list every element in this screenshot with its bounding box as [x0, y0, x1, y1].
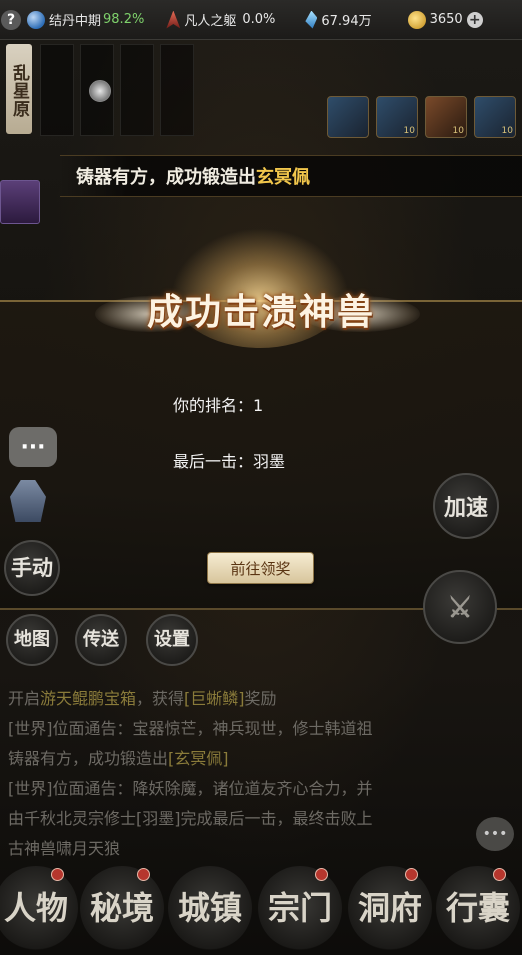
nav-label: 人物: [3, 889, 68, 927]
nav-label: 城镇: [177, 889, 242, 927]
chat-line: [世界]位面通告：宝器惊芒，神兵现世，修士韩道祖: [8, 714, 478, 744]
chat-item-link[interactable]: [巨蜥鳞]: [184, 689, 245, 708]
chat-log[interactable]: 开启游天鲲鹏宝箱，获得[巨蜥鳞]奖励 [世界]位面通告：宝器惊芒，神兵现世，修士…: [8, 684, 478, 864]
chat-bubble-icon[interactable]: •••: [476, 817, 514, 851]
help-button[interactable]: ?: [1, 9, 21, 30]
location-name[interactable]: 乱星原: [6, 44, 32, 134]
item-slot[interactable]: [327, 96, 369, 138]
map-button[interactable]: 地图: [6, 614, 58, 666]
manual-mode-button[interactable]: 手动: [4, 540, 60, 596]
nav-label: 宗门: [267, 889, 332, 927]
chat-line: 古神兽啸月天狼: [8, 834, 478, 864]
attack-sword-icon[interactable]: ⚔: [423, 570, 497, 644]
chat-item-link[interactable]: [玄冥佩]: [168, 749, 229, 768]
item-slot[interactable]: 10: [425, 96, 467, 138]
settings-button[interactable]: 设置: [146, 614, 198, 666]
last-hit-label: 最后一击：: [173, 452, 254, 471]
nav-inventory[interactable]: 行囊: [436, 866, 520, 950]
teleport-button[interactable]: 传送: [75, 614, 127, 666]
nav-sect[interactable]: 宗门: [258, 866, 342, 950]
chat-text: 古神兽啸月天狼: [8, 839, 121, 858]
speed-up-button[interactable]: 加速: [433, 473, 499, 539]
rank-value: 1: [253, 396, 264, 415]
nav-label: 秘境: [89, 889, 154, 927]
party-slot[interactable]: [40, 44, 74, 136]
party-slot[interactable]: [160, 44, 194, 136]
notification-badge: [405, 868, 418, 881]
chat-text: 由千秋北灵宗修士: [8, 809, 137, 828]
item-slot[interactable]: 10: [376, 96, 418, 138]
rank-row: 你的排名：1: [173, 392, 263, 416]
nav-town[interactable]: 城镇: [168, 866, 252, 950]
item-count: 10: [452, 126, 464, 136]
avatar[interactable]: [89, 80, 111, 102]
chat-player-link[interactable]: [羽墨]: [136, 809, 181, 828]
yinyang-icon: [27, 10, 45, 29]
broadcast-banner: 铸器有方，成功锻造出 玄冥佩: [60, 155, 522, 197]
claim-reward-button[interactable]: 前往领奖: [207, 552, 314, 584]
banner-item: 玄冥佩: [256, 167, 310, 188]
realm-stat[interactable]: 结丹中期 98.2%: [27, 10, 144, 29]
body-progress: 0.0%: [242, 12, 276, 27]
nav-character[interactable]: 人物: [0, 866, 78, 950]
nav-label: 行囊: [445, 889, 510, 927]
item-slot[interactable]: 10: [474, 96, 516, 138]
spirit-crystal-icon: [305, 10, 318, 29]
chat-line: [世界]位面通告：降妖除魔，诸位道友齐心合力，并: [8, 774, 478, 804]
nav-cave-dwelling[interactable]: 洞府: [348, 866, 432, 950]
chat-text: [世界]位面通告：宝器惊芒，神兵现世，修士韩道祖: [8, 719, 373, 738]
banner-text: 铸器有方，成功锻造出: [76, 167, 256, 188]
chat-line: 铸器有方，成功锻造出[玄冥佩]: [8, 744, 478, 774]
nav-label: 洞府: [357, 889, 422, 927]
chat-button[interactable]: ···: [9, 427, 57, 467]
realm-progress: 98.2%: [103, 12, 145, 27]
chat-line: 由千秋北灵宗修士[羽墨]完成最后一击，最终击败上: [8, 804, 478, 834]
party-slot[interactable]: [120, 44, 154, 136]
chat-text: 完成最后一击，最终击败上: [180, 809, 373, 828]
coin-stat[interactable]: 3650 +: [407, 10, 483, 29]
body-stat[interactable]: 凡人之躯 0.0%: [166, 10, 275, 29]
nav-secret-realm[interactable]: 秘境: [80, 866, 164, 950]
last-hit-value: 羽墨: [253, 452, 286, 471]
item-count: 10: [501, 126, 513, 136]
notification-badge: [315, 868, 328, 881]
notification-badge: [137, 868, 150, 881]
crystal-value: 67.94万: [321, 14, 372, 29]
body-tempering-icon: [166, 10, 181, 29]
coin-value: 3650: [429, 12, 463, 27]
body-label: 凡人之躯: [184, 14, 237, 29]
crystal-stat[interactable]: 67.94万: [305, 10, 372, 29]
result-title: 成功击溃神兽: [146, 291, 375, 333]
chat-text: 铸器有方，成功锻造出: [8, 749, 169, 768]
chat-text: 奖励: [244, 689, 277, 708]
chat-text: [世界]位面通告：降妖除魔，诸位道友齐心合力，并: [8, 779, 373, 798]
coin-icon: [407, 10, 426, 29]
event-icon[interactable]: [0, 180, 40, 224]
notification-badge: [493, 868, 506, 881]
rank-label: 你的排名：: [173, 396, 254, 415]
realm-label: 结丹中期: [49, 14, 102, 29]
chat-text: 开启: [8, 689, 41, 708]
add-coin-button[interactable]: +: [466, 11, 483, 28]
status-bar: ? 结丹中期 98.2% 凡人之躯 0.0% 67.94万 3650 +: [0, 0, 522, 40]
item-count: 10: [403, 126, 415, 136]
last-hit-row: 最后一击：羽墨: [173, 448, 285, 472]
bottom-nav: 人物 秘境 城镇 宗门 洞府 行囊: [0, 862, 522, 955]
notification-badge: [51, 868, 64, 881]
chat-highlight: 游天鲲鹏宝箱: [40, 689, 137, 708]
chat-line: 开启游天鲲鹏宝箱，获得[巨蜥鳞]奖励: [8, 684, 478, 714]
chat-text: ，获得: [136, 689, 185, 708]
